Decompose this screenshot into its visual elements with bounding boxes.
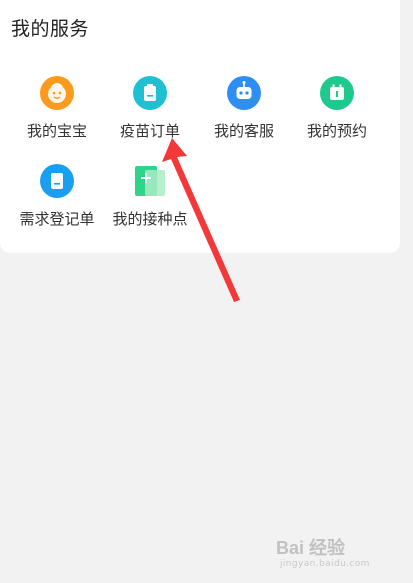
service-customer-support[interactable]: 我的客服 [197,76,291,141]
my-services-card: 我的服务 我的宝宝 疫苗订单 我的客服 我的预约 需求登记单 我的接种点 [0,0,400,253]
service-label: 我的预约 [306,122,367,140]
service-my-vaccination-site[interactable]: 我的接种点 [103,164,197,229]
service-vaccine-orders[interactable]: 疫苗订单 [103,76,197,141]
service-label: 疫苗订单 [119,122,180,140]
service-my-appointments[interactable]: 我的预约 [290,76,384,141]
service-registration-form[interactable]: 需求登记单 [10,164,104,229]
service-my-baby[interactable]: 我的宝宝 [10,76,104,141]
vaccine-order-icon [133,76,167,110]
calendar-icon [320,76,354,110]
registration-form-icon [40,164,74,198]
vaccination-site-icon [133,164,167,198]
watermark-subtext: jingyan.baidu.com [280,559,370,569]
watermark-text: Bai 经验 [276,538,346,558]
service-label: 我的客服 [213,122,274,140]
service-label: 需求登记单 [19,210,95,228]
baby-face-icon [40,76,74,110]
section-title: 我的服务 [11,18,90,40]
service-label: 我的宝宝 [26,122,87,140]
service-label: 我的接种点 [112,210,188,228]
robot-service-icon [227,76,261,110]
baidu-jingyan-watermark: Bai 经验 jingyan.baidu.com [276,528,410,574]
